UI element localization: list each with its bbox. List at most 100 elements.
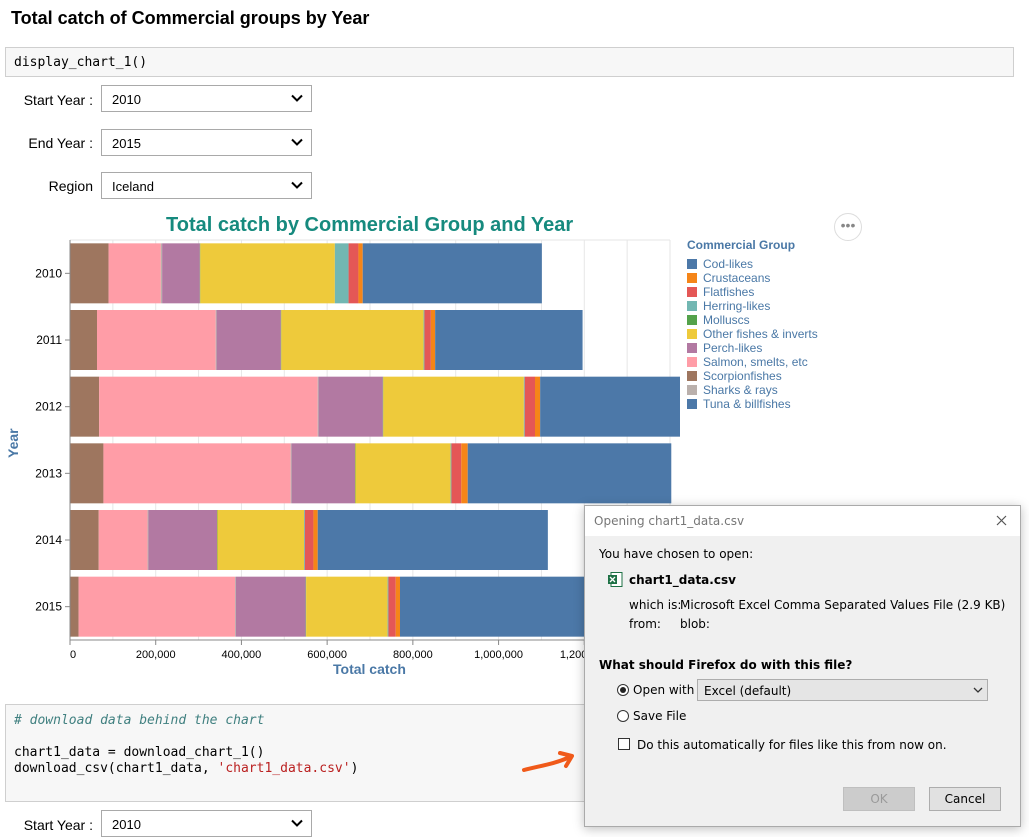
- bar-segment: [305, 510, 314, 570]
- bar-segment: [451, 443, 461, 503]
- from-value: blob:: [680, 617, 710, 631]
- code-string: 'chart1_data.csv': [218, 761, 351, 776]
- bar-segment: [424, 310, 430, 370]
- y-tick-label: 2010: [35, 266, 62, 280]
- start-year-value: 2010: [112, 92, 141, 107]
- bar-segment: [388, 577, 389, 637]
- code-line-end: ): [351, 761, 359, 776]
- region-select[interactable]: Iceland: [101, 172, 312, 199]
- ok-button[interactable]: OK: [843, 787, 915, 811]
- open-with-label[interactable]: Open with: [633, 683, 694, 697]
- open-with-radio[interactable]: [617, 684, 629, 696]
- bar-segment: [236, 577, 306, 637]
- cancel-button[interactable]: Cancel: [929, 787, 1001, 811]
- y-tick-label: 2015: [35, 600, 62, 614]
- start-year-select[interactable]: 2010: [101, 85, 312, 112]
- bar-segment: [103, 443, 290, 503]
- legend-item: Crustaceans: [687, 271, 818, 285]
- bar-segment: [349, 243, 359, 303]
- bar-segment: [319, 377, 383, 437]
- bar-segment: [148, 510, 149, 570]
- bar-segment: [383, 377, 524, 437]
- open-with-select[interactable]: Excel (default): [697, 679, 988, 701]
- bar-segment: [318, 510, 548, 570]
- bar-segment: [388, 577, 395, 637]
- chevron-down-icon: [291, 138, 303, 147]
- legend-label: Flatfishes: [703, 285, 754, 299]
- chart-title: Total catch by Commercial Group and Year: [166, 214, 573, 237]
- which-label: which is:: [629, 598, 681, 612]
- legend-swatch: [687, 357, 697, 367]
- bar-segment: [363, 243, 542, 303]
- legend-label: Sharks & rays: [703, 383, 778, 397]
- bar-segment: [525, 377, 535, 437]
- start-year-label-2: Start Year :: [5, 817, 93, 833]
- bar-segment: [524, 377, 525, 437]
- bar-segment: [70, 310, 97, 370]
- code-cell-display[interactable]: display_chart_1(): [5, 47, 1014, 77]
- bar-segment: [97, 310, 216, 370]
- chosen-text: You have chosen to open:: [599, 547, 753, 561]
- auto-label[interactable]: Do this automatically for files like thi…: [637, 738, 947, 752]
- region-label: Region: [5, 178, 93, 194]
- legend-swatch: [687, 273, 697, 283]
- chevron-down-icon: [291, 819, 303, 828]
- legend-item: Salmon, smelts, etc: [687, 355, 818, 369]
- bar-segment: [99, 510, 148, 570]
- bar-segment: [306, 577, 387, 637]
- y-tick-label: 2013: [35, 466, 62, 480]
- code-line: chart1_data = download_chart_1(): [14, 745, 264, 760]
- legend-item: Tuna & billfishes: [687, 397, 818, 411]
- legend-swatch: [687, 343, 697, 353]
- x-tick-label: 600,000: [307, 649, 347, 661]
- close-icon[interactable]: [996, 515, 1007, 526]
- start-year-value-2: 2010: [112, 817, 141, 832]
- annotation-arrow: [520, 748, 580, 776]
- bar-segment: [304, 510, 305, 570]
- code-line: display_chart_1(): [14, 55, 147, 70]
- bar-segment: [148, 510, 217, 570]
- bar-segment: [217, 510, 304, 570]
- dialog-question: What should Firefox do with this file?: [599, 658, 852, 672]
- legend-item: Sharks & rays: [687, 383, 818, 397]
- bar-segment: [318, 377, 319, 437]
- legend-label: Herring-likes: [703, 299, 770, 313]
- end-year-label: End Year :: [5, 135, 93, 151]
- bar-segment: [216, 310, 217, 370]
- legend-swatch: [687, 287, 697, 297]
- bar-segment: [70, 577, 79, 637]
- bar-segment: [235, 577, 236, 637]
- bar-segment: [70, 510, 99, 570]
- bar-segment: [281, 310, 423, 370]
- legend-label: Molluscs: [703, 313, 750, 327]
- auto-checkbox[interactable]: [618, 738, 630, 750]
- end-year-select[interactable]: 2015: [101, 129, 312, 156]
- code-line: download_csv(chart1_data,: [14, 761, 218, 776]
- bar-segment: [217, 310, 281, 370]
- y-axis-title: Year: [5, 428, 21, 458]
- chevron-down-icon: [291, 94, 303, 103]
- excel-file-icon: [608, 572, 623, 587]
- bar-segment: [335, 243, 349, 303]
- open-with-value: Excel (default): [704, 684, 791, 698]
- legend-label: Other fishes & inverts: [703, 327, 818, 341]
- save-file-label[interactable]: Save File: [633, 709, 686, 723]
- save-file-radio[interactable]: [617, 710, 629, 722]
- y-tick-label: 2014: [35, 533, 62, 547]
- bar-segment: [435, 310, 582, 370]
- bar-segment: [358, 243, 362, 303]
- stacked-bar-chart: 2010201120122013201420150200,000400,0006…: [0, 236, 680, 680]
- legend-item: Flatfishes: [687, 285, 818, 299]
- bar-segment: [396, 577, 400, 637]
- legend-item: Molluscs: [687, 313, 818, 327]
- legend-label: Crustaceans: [703, 271, 770, 285]
- dialog-titlebar: Opening chart1_data.csv: [585, 506, 1020, 536]
- legend-swatch: [687, 301, 697, 311]
- code-comment: # download data behind the chart: [14, 713, 264, 728]
- bar-segment: [535, 377, 540, 437]
- bar-segment: [79, 577, 235, 637]
- chart-actions-menu[interactable]: •••: [834, 213, 862, 241]
- bar-segment: [424, 310, 425, 370]
- legend-swatch: [687, 329, 697, 339]
- chart-legend: Cod-likesCrustaceansFlatfishesHerring-li…: [687, 257, 818, 411]
